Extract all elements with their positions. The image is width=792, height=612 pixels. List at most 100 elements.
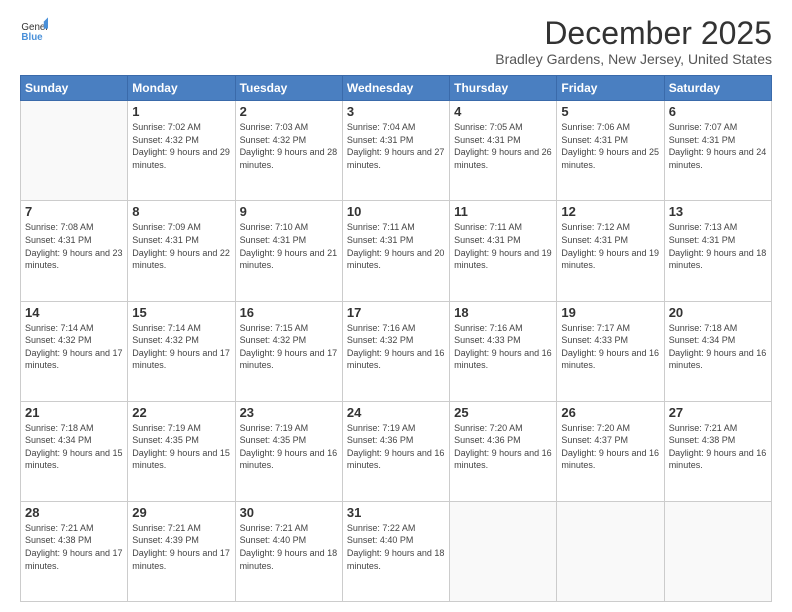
sunrise-text: Sunrise: 7:11 AM (454, 222, 522, 232)
table-row: 28Sunrise: 7:21 AMSunset: 4:38 PMDayligh… (21, 501, 128, 601)
day-info: Sunrise: 7:16 AMSunset: 4:32 PMDaylight:… (347, 322, 445, 372)
day-number: 30 (240, 505, 338, 520)
sunset-text: Sunset: 4:31 PM (669, 235, 736, 245)
day-info: Sunrise: 7:14 AMSunset: 4:32 PMDaylight:… (132, 322, 230, 372)
table-row: 19Sunrise: 7:17 AMSunset: 4:33 PMDayligh… (557, 301, 664, 401)
daylight-text: Daylight: 9 hours and 19 minutes. (454, 248, 552, 271)
calendar-week-row: 14Sunrise: 7:14 AMSunset: 4:32 PMDayligh… (21, 301, 772, 401)
day-info: Sunrise: 7:19 AMSunset: 4:35 PMDaylight:… (132, 422, 230, 472)
sunrise-text: Sunrise: 7:22 AM (347, 523, 416, 533)
table-row: 7Sunrise: 7:08 AMSunset: 4:31 PMDaylight… (21, 201, 128, 301)
calendar-week-row: 7Sunrise: 7:08 AMSunset: 4:31 PMDaylight… (21, 201, 772, 301)
sunset-text: Sunset: 4:31 PM (132, 235, 199, 245)
table-row: 30Sunrise: 7:21 AMSunset: 4:40 PMDayligh… (235, 501, 342, 601)
day-info: Sunrise: 7:14 AMSunset: 4:32 PMDaylight:… (25, 322, 123, 372)
table-row (664, 501, 771, 601)
sunrise-text: Sunrise: 7:18 AM (25, 423, 94, 433)
sunrise-text: Sunrise: 7:21 AM (25, 523, 94, 533)
daylight-text: Daylight: 9 hours and 17 minutes. (25, 348, 123, 371)
table-row: 14Sunrise: 7:14 AMSunset: 4:32 PMDayligh… (21, 301, 128, 401)
day-info: Sunrise: 7:11 AMSunset: 4:31 PMDaylight:… (454, 221, 552, 271)
daylight-text: Daylight: 9 hours and 24 minutes. (669, 147, 767, 170)
table-row: 17Sunrise: 7:16 AMSunset: 4:32 PMDayligh… (342, 301, 449, 401)
table-row: 8Sunrise: 7:09 AMSunset: 4:31 PMDaylight… (128, 201, 235, 301)
header-wednesday: Wednesday (342, 76, 449, 101)
main-title: December 2025 (495, 16, 772, 51)
daylight-text: Daylight: 9 hours and 19 minutes. (561, 248, 659, 271)
daylight-text: Daylight: 9 hours and 16 minutes. (454, 348, 552, 371)
day-number: 13 (669, 204, 767, 219)
sunrise-text: Sunrise: 7:09 AM (132, 222, 201, 232)
table-row (21, 101, 128, 201)
table-row: 1Sunrise: 7:02 AMSunset: 4:32 PMDaylight… (128, 101, 235, 201)
sunrise-text: Sunrise: 7:04 AM (347, 122, 416, 132)
sunset-text: Sunset: 4:32 PM (132, 335, 199, 345)
day-info: Sunrise: 7:13 AMSunset: 4:31 PMDaylight:… (669, 221, 767, 271)
day-info: Sunrise: 7:11 AMSunset: 4:31 PMDaylight:… (347, 221, 445, 271)
sunrise-text: Sunrise: 7:21 AM (132, 523, 201, 533)
day-number: 29 (132, 505, 230, 520)
table-row (557, 501, 664, 601)
table-row: 13 Sunrise: 7:13 AMSunset: 4:31 PMDayligh… (664, 201, 771, 301)
day-number: 25 (454, 405, 552, 420)
sunset-text: Sunset: 4:40 PM (240, 535, 307, 545)
day-number: 23 (240, 405, 338, 420)
day-info: Sunrise: 7:19 AMSunset: 4:36 PMDaylight:… (347, 422, 445, 472)
daylight-text: Daylight: 9 hours and 17 minutes. (132, 348, 230, 371)
day-info: Sunrise: 7:04 AMSunset: 4:31 PMDaylight:… (347, 121, 445, 171)
sunset-text: Sunset: 4:31 PM (347, 135, 414, 145)
day-number: 10 (347, 204, 445, 219)
header-thursday: Thursday (450, 76, 557, 101)
sunset-text: Sunset: 4:35 PM (240, 435, 307, 445)
sunrise-text: Sunrise: 7:19 AM (132, 423, 201, 433)
sunset-text: Sunset: 4:35 PM (132, 435, 199, 445)
day-info: Sunrise: 7:20 AMSunset: 4:36 PMDaylight:… (454, 422, 552, 472)
day-number: 2 (240, 104, 338, 119)
table-row: 16Sunrise: 7:15 AMSunset: 4:32 PMDayligh… (235, 301, 342, 401)
table-row (450, 501, 557, 601)
daylight-text: Daylight: 9 hours and 20 minutes. (347, 248, 445, 271)
sunrise-text: Sunrise: 7:16 AM (347, 323, 416, 333)
day-info: Sunrise: 7:16 AMSunset: 4:33 PMDaylight:… (454, 322, 552, 372)
day-info: Sunrise: 7:02 AMSunset: 4:32 PMDaylight:… (132, 121, 230, 171)
sunrise-text: Sunrise: 7:07 AM (669, 122, 738, 132)
sunrise-text: Sunrise: 7:14 AM (25, 323, 94, 333)
day-info: Sunrise: 7:07 AM Sunset: 4:31 PM Daylight:… (669, 121, 767, 171)
day-number: 21 (25, 405, 123, 420)
daylight-text: Daylight: 9 hours and 25 minutes. (561, 147, 659, 170)
daylight-text: Daylight: 9 hours and 16 minutes. (240, 448, 338, 471)
day-info: Sunrise: 7:18 AMSunset: 4:34 PMDaylight:… (25, 422, 123, 472)
daylight-text: Daylight: 9 hours and 22 minutes. (132, 248, 230, 271)
sunset-text: Sunset: 4:33 PM (454, 335, 521, 345)
table-row: 26Sunrise: 7:20 AMSunset: 4:37 PMDayligh… (557, 401, 664, 501)
sunrise-text: Sunrise: 7:05 AM (454, 122, 523, 132)
day-number: 26 (561, 405, 659, 420)
day-info: Sunrise: 7:09 AM Sunset: 4:31 PM Daylight:… (132, 221, 230, 271)
calendar-table: Sunday Monday Tuesday Wednesday Thursday… (20, 75, 772, 602)
day-number: 27 (669, 405, 767, 420)
calendar-header-row: Sunday Monday Tuesday Wednesday Thursday… (21, 76, 772, 101)
logo: General Blue (20, 16, 48, 44)
table-row: 21 Sunrise: 7:18 AMSunset: 4:34 PMDayligh… (21, 401, 128, 501)
daylight-text: Daylight: 9 hours and 18 minutes. (669, 248, 767, 271)
sunset-text: Sunset: 4:31 PM (561, 235, 628, 245)
sunset-text: Sunset: 4:38 PM (25, 535, 92, 545)
table-row: 12Sunrise: 7:12 AMSunset: 4:31 PMDayligh… (557, 201, 664, 301)
header-sunday: Sunday (21, 76, 128, 101)
daylight-text: Daylight: 9 hours and 16 minutes. (561, 348, 659, 371)
day-number: 18 (454, 305, 552, 320)
sunrise-text: Sunrise: 7:21 AM (669, 423, 738, 433)
header-tuesday: Tuesday (235, 76, 342, 101)
table-row: 25 Sunrise: 7:20 AMSunset: 4:36 PMDayligh… (450, 401, 557, 501)
daylight-text: Daylight: 9 hours and 16 minutes. (347, 348, 445, 371)
sunset-text: Sunset: 4:31 PM (240, 235, 307, 245)
daylight-text: Daylight: 9 hours and 16 minutes. (669, 448, 767, 471)
sunrise-text: Sunrise: 7:10 AM (240, 222, 309, 232)
subtitle: Bradley Gardens, New Jersey, United Stat… (495, 51, 772, 67)
sunrise-text: Sunrise: 7:21 AM (240, 523, 309, 533)
table-row: 3Sunrise: 7:04 AMSunset: 4:31 PMDaylight… (342, 101, 449, 201)
sunset-text: Sunset: 4:40 PM (347, 535, 414, 545)
sunset-text: Sunset: 4:31 PM (669, 135, 736, 145)
calendar-week-row: 21 Sunrise: 7:18 AMSunset: 4:34 PMDayligh… (21, 401, 772, 501)
day-number: 3 (347, 104, 445, 119)
